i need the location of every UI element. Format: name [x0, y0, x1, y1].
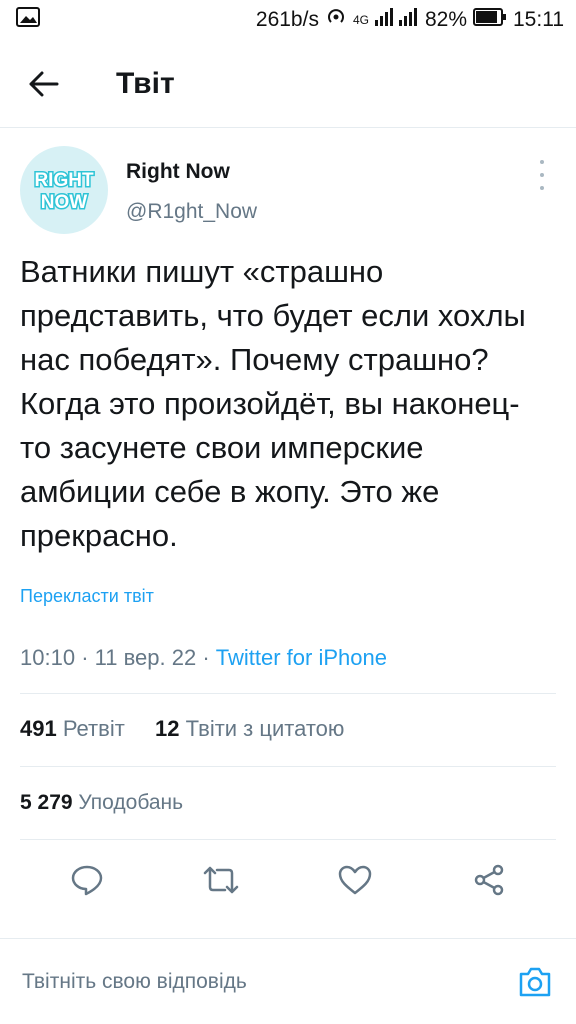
more-dot-icon	[540, 160, 544, 164]
quotes-stat[interactable]: 12 Твіти з цитатою	[155, 716, 344, 741]
avatar[interactable]: RIGHT NOW	[20, 146, 108, 234]
reply-composer: Твітніть свою відповідь	[0, 938, 576, 1024]
tweet-actions	[0, 840, 576, 920]
like-icon	[338, 865, 372, 895]
quotes-label: Твіти з цитатою	[185, 716, 345, 741]
translate-tweet-link[interactable]: Перекласти твіт	[20, 586, 556, 607]
more-dot-icon	[540, 186, 544, 190]
page-title: Твіт	[116, 66, 175, 100]
top-bar: Твіт	[0, 40, 576, 128]
battery-icon	[473, 8, 507, 32]
engagement-stats: 491 Ретвіт 12 Твіти з цитатою	[20, 694, 556, 767]
retweet-button[interactable]	[196, 855, 246, 905]
tweet-author: RIGHT NOW Right Now @R1ght_Now	[20, 128, 556, 246]
more-options-button[interactable]	[532, 160, 552, 190]
reply-icon	[71, 865, 103, 896]
retweets-label: Ретвіт	[62, 716, 125, 741]
svg-text:RIGHT: RIGHT	[34, 170, 94, 191]
network-speed: 261b/s	[255, 8, 319, 31]
meta-separator: ·	[202, 645, 210, 670]
clock: 15:11	[513, 8, 564, 31]
tweet-source-link[interactable]: Twitter for iPhone	[216, 645, 387, 670]
camera-icon	[519, 967, 551, 996]
share-button[interactable]	[464, 855, 514, 905]
tweet-meta: 10:10 · 11 вер. 22 · Twitter for iPhone	[20, 645, 556, 694]
retweets-count: 491	[20, 716, 57, 741]
likes-count: 5 279	[20, 791, 73, 814]
reply-button[interactable]	[62, 855, 112, 905]
gallery-notification-icon	[16, 7, 40, 33]
tweet-time: 10:10	[20, 645, 76, 670]
author-handle[interactable]: @R1ght_Now	[126, 200, 257, 224]
quotes-count: 12	[155, 716, 180, 741]
camera-button[interactable]	[516, 963, 554, 1001]
tweet-date: 11 вер. 22	[94, 645, 197, 670]
retweets-stat[interactable]: 491 Ретвіт	[20, 716, 125, 741]
author-name[interactable]: Right Now	[126, 160, 257, 184]
right-now-logo: RIGHT NOW	[33, 169, 96, 215]
arrow-left-icon	[29, 71, 59, 96]
svg-text:NOW: NOW	[41, 192, 88, 213]
meta-separator: ·	[81, 645, 89, 670]
tweet-detail: RIGHT NOW Right Now @R1ght_Now Ватники п…	[0, 128, 576, 920]
likes-label: Уподобань	[78, 791, 184, 814]
status-bar: 261b/s 4G 82% 15:11	[0, 0, 576, 40]
retweet-icon	[203, 866, 239, 894]
likes-stat[interactable]: 5 279 Уподобань	[20, 767, 556, 840]
hotspot-icon	[325, 7, 347, 33]
reply-input[interactable]: Твітніть свою відповідь	[22, 970, 247, 994]
more-dot-icon	[540, 173, 544, 177]
battery-percent: 82%	[424, 8, 467, 31]
network-type: 4G	[352, 13, 369, 27]
tweet-text: Ватники пишут «страшно представить, что …	[20, 254, 526, 553]
back-button[interactable]	[14, 54, 74, 114]
share-icon	[474, 864, 504, 896]
like-button[interactable]	[330, 855, 380, 905]
signal-icon	[374, 8, 419, 32]
